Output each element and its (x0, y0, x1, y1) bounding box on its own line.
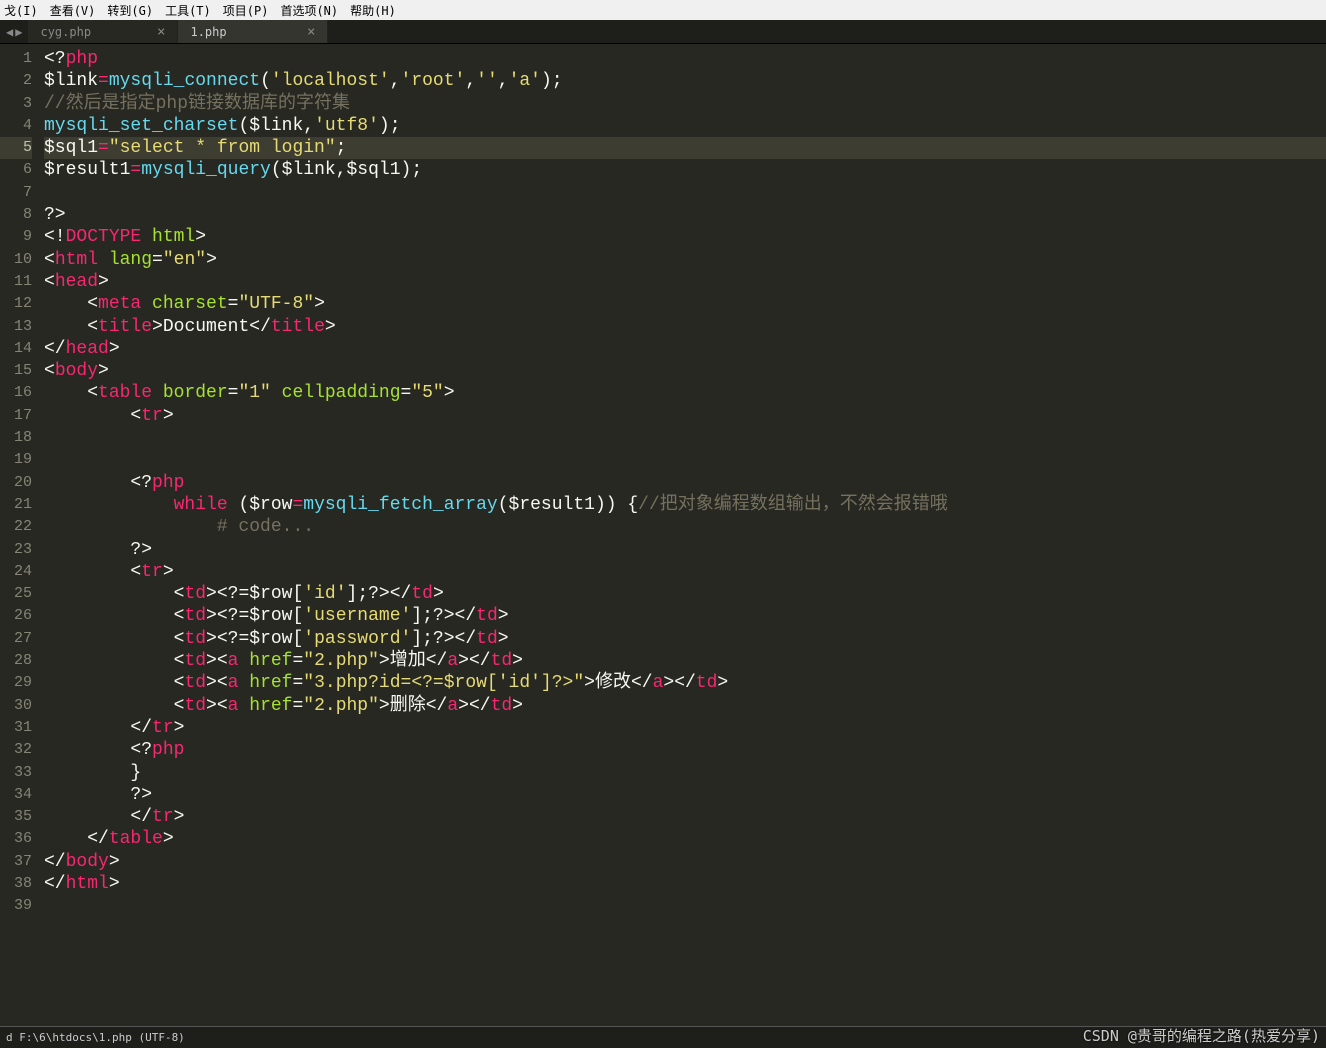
tab-next-icon[interactable]: ▶ (15, 25, 22, 39)
code-area[interactable]: <?php$link=mysqli_connect('localhost','r… (44, 44, 1326, 1026)
watermark-text: CSDN @贵哥的编程之路(热爱分享) (1083, 1025, 1320, 1046)
menu-item[interactable]: 项目(P) (223, 2, 269, 19)
tab-prev-icon[interactable]: ◀ (6, 25, 13, 39)
menu-bar: 戈(I) 查看(V) 转到(G) 工具(T) 项目(P) 首选项(N) 帮助(H) (0, 0, 1326, 20)
menu-item[interactable]: 帮助(H) (350, 2, 396, 19)
menu-item[interactable]: 首选项(N) (280, 2, 338, 19)
menu-item[interactable]: 查看(V) (50, 2, 96, 19)
tab-label: cyg.php (40, 25, 91, 39)
menu-item[interactable]: 转到(G) (107, 2, 153, 19)
tab-nav-arrows[interactable]: ◀ ▶ (0, 20, 28, 43)
status-left: d F:\6\htdocs\1.php (UTF-8) (6, 1031, 185, 1044)
code-editor[interactable]: 1234567891011121314151617181920212223242… (0, 44, 1326, 1026)
close-icon[interactable]: × (157, 24, 165, 40)
tab-bar: ◀ ▶ cyg.php × 1.php × (0, 20, 1326, 44)
file-tab[interactable]: cyg.php × (28, 20, 178, 43)
close-icon[interactable]: × (307, 24, 315, 40)
menu-item[interactable]: 工具(T) (165, 2, 211, 19)
tab-label: 1.php (190, 25, 226, 39)
menu-item[interactable]: 戈(I) (4, 2, 38, 19)
line-number-gutter: 1234567891011121314151617181920212223242… (0, 44, 44, 1026)
file-tab[interactable]: 1.php × (178, 20, 328, 43)
